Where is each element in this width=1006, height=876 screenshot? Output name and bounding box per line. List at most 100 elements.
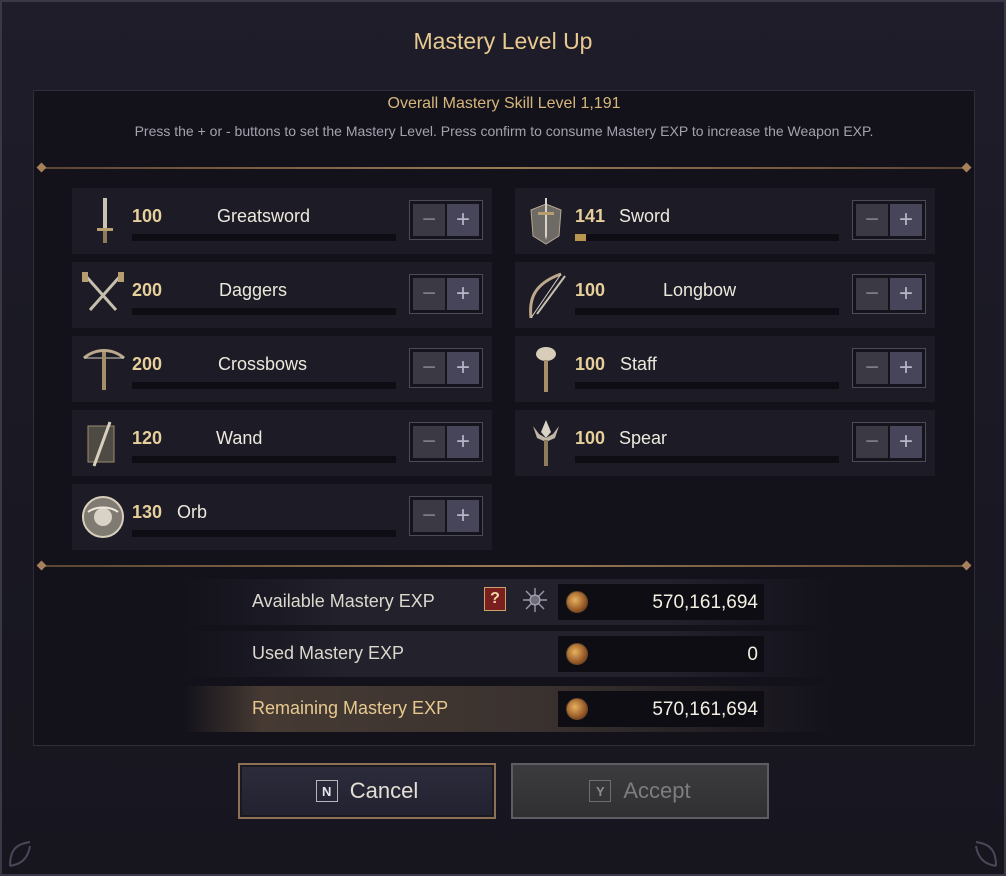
available-exp-row: Available Mastery EXP ? 570,161,694 [184,579,830,625]
decrease-button[interactable]: − [856,204,888,236]
greatsword-icon [78,194,128,248]
accept-key-hint: Y [589,780,612,802]
increase-button[interactable]: + [447,204,479,236]
cancel-button[interactable]: N Cancel [238,763,496,819]
increase-button[interactable]: + [890,426,922,458]
weapon-name: Wand [216,428,263,448]
weapon-exp-bar [575,456,839,463]
weapon-name: Spear [619,428,668,448]
decrease-button[interactable]: − [413,426,445,458]
mastery-panel: Overall Mastery Skill Level 1,191 Press … [33,90,975,746]
weapon-name: Longbow [663,280,737,300]
weapon-level: 100 [132,206,163,226]
mastery-dialog: Mastery Level Up Overall Mastery Skill L… [0,0,1006,876]
remaining-exp-label: Remaining Mastery EXP [252,698,449,718]
remaining-exp-value: 570,161,694 [652,699,758,720]
mastery-coin-icon [566,698,588,720]
sword-icon [521,194,571,248]
help-icon[interactable]: ? [484,587,506,611]
weapon-level: 200 [132,280,163,300]
weapon-level: 100 [575,354,606,374]
level-stepper: − + [409,422,483,462]
weapon-name: Greatsword [217,206,311,226]
weapon-row-greatsword: 100 Greatsword − + [72,188,492,254]
wand-icon [78,416,128,470]
weapon-row-wand: 120 Wand − + [72,410,492,476]
overall-mastery-level: Overall Mastery Skill Level 1,191 [387,95,621,112]
weapon-exp-bar [132,382,396,389]
accept-label: Accept [623,778,691,803]
weapon-name: Crossbows [218,354,308,374]
weapon-level: 100 [575,280,606,300]
mastery-coin-icon [566,643,588,665]
decrease-button[interactable]: − [856,352,888,384]
weapon-level: 120 [132,428,163,448]
weapon-name: Orb [177,502,208,522]
orb-icon [78,490,128,544]
decrease-button[interactable]: − [856,278,888,310]
remaining-exp-row: Remaining Mastery EXP 570,161,694 [184,686,830,732]
weapon-name: Sword [619,206,671,226]
cancel-label: Cancel [349,778,419,803]
corner-ornament-icon [9,841,31,867]
weapon-exp-bar [132,456,396,463]
increase-button[interactable]: + [890,352,922,384]
increase-button[interactable]: + [890,204,922,236]
level-stepper: − + [852,200,926,240]
increase-button[interactable]: + [447,278,479,310]
increase-button[interactable]: + [447,352,479,384]
level-stepper: − + [852,274,926,314]
decrease-button[interactable]: − [413,352,445,384]
longbow-icon [521,268,571,322]
weapon-name: Daggers [219,280,288,300]
increase-button[interactable]: + [447,426,479,458]
decrease-button[interactable]: − [856,426,888,458]
weapon-exp-bar [132,308,396,315]
instructions-text: Press the + or - buttons to set the Mast… [134,123,874,139]
weapon-row-orb: 130 Orb − + [72,484,492,550]
weapon-exp-bar [132,234,396,241]
weapon-row-daggers: 200 Daggers − + [72,262,492,328]
weapon-row-spear: 100 Spear − + [515,410,935,476]
available-exp-label: Available Mastery EXP [252,591,435,611]
available-exp-value: 570,161,694 [652,592,758,613]
weapon-row-sword: 141 Sword − + [515,188,935,254]
accept-button[interactable]: Y Accept [511,763,769,819]
staff-icon [521,342,571,396]
increase-button[interactable]: + [447,500,479,532]
weapon-level: 130 [132,502,163,522]
level-stepper: − + [852,422,926,462]
decrease-button[interactable]: − [413,500,445,532]
used-exp-label: Used Mastery EXP [252,643,405,663]
weapon-row-staff: 100 Staff − + [515,336,935,402]
weapon-exp-fill [575,234,586,241]
weapon-exp-bar [575,234,839,241]
weapon-row-crossbows: 200 Crossbows − + [72,336,492,402]
used-exp-value: 0 [747,644,758,665]
level-stepper: − + [409,348,483,388]
increase-button[interactable]: + [890,278,922,310]
top-divider [40,167,968,169]
weapon-name: Staff [620,354,657,374]
weapon-exp-bar [132,530,396,537]
weapon-level: 100 [575,428,606,448]
daggers-icon [78,268,128,322]
weapon-level: 141 [575,206,606,226]
decrease-button[interactable]: − [413,278,445,310]
remaining-exp-box: 570,161,694 [558,691,764,727]
weapon-exp-bar [575,382,839,389]
level-stepper: − + [409,496,483,536]
weapon-exp-bar [575,308,839,315]
weapon-level: 200 [132,354,163,374]
level-stepper: − + [409,274,483,314]
bottom-divider [40,565,968,567]
used-exp-box: 0 [558,636,764,672]
corner-ornament-icon [975,841,997,867]
weapon-row-longbow: 100 Longbow − + [515,262,935,328]
spear-icon [521,416,571,470]
level-stepper: − + [852,348,926,388]
used-exp-row: Used Mastery EXP 0 [184,631,830,677]
dialog-title: Mastery Level Up [413,28,593,54]
decrease-button[interactable]: − [413,204,445,236]
level-stepper: − + [409,200,483,240]
